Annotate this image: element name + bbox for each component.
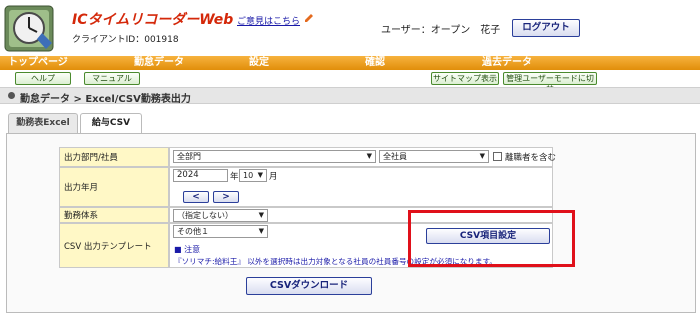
chevron-down-icon: ▼ (258, 211, 264, 219)
work-type-select[interactable]: （指定しない） ▼ (173, 209, 268, 222)
include-retired-label: 離職者を含む (505, 153, 557, 163)
nav-past-data[interactable]: 過去データ (482, 56, 532, 70)
bullet-icon (8, 92, 15, 99)
tab-excel[interactable]: 勤務表Excel (8, 113, 78, 134)
work-type-select-value: （指定しない） (177, 211, 233, 220)
nav-confirm[interactable]: 確認 (365, 56, 385, 70)
help-button[interactable]: ヘルプ (15, 72, 71, 85)
chevron-down-icon: ▼ (366, 152, 372, 160)
pencil-icon (304, 13, 314, 23)
nav-top-page[interactable]: トップページ (8, 56, 68, 70)
csv-download-button[interactable]: CSVダウンロード (246, 277, 372, 295)
employee-select[interactable]: 全社員 ▼ (379, 150, 489, 163)
main-nav: トップページ 勤怠データ 設定 確認 過去データ (0, 56, 700, 70)
clock-logo-icon[interactable] (4, 3, 56, 53)
next-month-button[interactable]: > (213, 191, 239, 203)
tab-csv[interactable]: 給与CSV (80, 113, 142, 134)
admin-mode-button[interactable]: 管理ユーザーモードに切替 (503, 72, 597, 94)
department-select[interactable]: 全部門 ▼ (173, 150, 376, 163)
year-input[interactable]: 2024 (173, 169, 228, 182)
template-label: CSV 出力テンプレート (59, 223, 169, 268)
sub-nav: ヘルプ マニュアル サイトマップ表示 管理ユーザーモードに切替 (0, 70, 700, 94)
department-label: 出力部門/社員 (59, 147, 169, 167)
breadcrumb-text: 勤怠データ > Excel/CSV勤務表出力 (20, 94, 191, 105)
feedback-link[interactable]: ご意見はこちら (237, 14, 300, 27)
nav-attendance-data[interactable]: 勤怠データ (134, 56, 184, 70)
nav-settings[interactable]: 設定 (249, 56, 269, 70)
employee-select-value: 全社員 (383, 152, 407, 161)
manual-button[interactable]: マニュアル (84, 72, 140, 85)
chevron-down-icon: ▼ (257, 171, 263, 179)
month-select[interactable]: 10 ▼ (239, 169, 267, 182)
chevron-down-icon: ▼ (258, 227, 264, 235)
include-retired-checkbox[interactable] (493, 152, 502, 161)
year-suffix: 年 (230, 172, 239, 182)
year-month-label: 出力年月 (59, 167, 169, 207)
template-select-value: その他１ (177, 227, 209, 236)
breadcrumb: 勤怠データ > Excel/CSV勤務表出力 (0, 87, 700, 105)
app-title: ICタイムリコーダーWeb (72, 12, 234, 28)
client-id: クライアントID：001918 (72, 35, 179, 45)
month-select-value: 10 (243, 171, 254, 180)
highlight-box (408, 210, 575, 267)
prev-month-button[interactable]: < (183, 191, 209, 203)
sitemap-button[interactable]: サイトマップ表示 (431, 72, 499, 85)
template-select[interactable]: その他１ ▼ (173, 225, 268, 238)
logout-button[interactable]: ログアウト (512, 19, 580, 37)
department-select-value: 全部門 (177, 152, 201, 161)
user-label: ユーザー：オープン 花子 (381, 25, 501, 36)
app-header: ICタイムリコーダーWeb クライアントID：001918 ご意見はこちら ユー… (0, 0, 700, 56)
chevron-down-icon: ▼ (479, 152, 485, 160)
note-marker: ■ 注意 (174, 245, 201, 254)
month-suffix: 月 (269, 172, 278, 182)
work-type-label: 勤務体系 (59, 207, 169, 223)
